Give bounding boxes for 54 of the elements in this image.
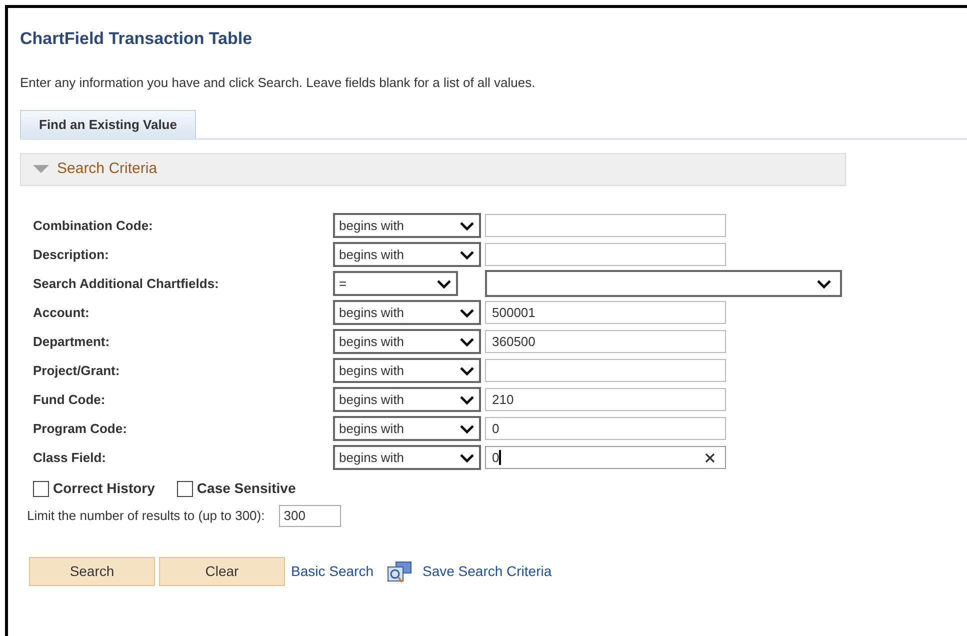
input-field[interactable]: 0 [485, 417, 726, 440]
section-header[interactable]: Search Criteria [20, 153, 846, 186]
chevron-down-icon [459, 308, 475, 318]
checkbox-label: Correct History [53, 479, 155, 498]
chevron-down-icon [459, 424, 475, 434]
link[interactable]: Basic Search [291, 561, 374, 582]
field-label: Account: [33, 304, 90, 320]
tab[interactable]: Find an Existing Value [20, 110, 196, 138]
operator-select[interactable]: begins with [333, 445, 481, 470]
page-title: ChartField Transaction Table [20, 28, 254, 50]
instructions-text: Enter any information you have and click Search. Leave fields blank for a list of all values. [20, 74, 536, 92]
chartfield-select[interactable] [485, 270, 842, 297]
operator-select[interactable]: begins with [333, 416, 481, 441]
chevron-down-icon [459, 250, 475, 260]
chevron-down-icon [816, 278, 832, 288]
chevron-down-icon [459, 394, 475, 404]
field-label: Search Additional Chartfields: [33, 276, 219, 290]
operator-select[interactable]: = [333, 271, 458, 296]
limit-field[interactable]: 300 [278, 505, 341, 527]
action-button[interactable]: Search [29, 557, 155, 586]
input-field[interactable]: 210 [485, 388, 726, 411]
field-label: Class Field: [33, 450, 106, 464]
checkbox-label: Case Sensitive [196, 479, 296, 498]
clear-icon[interactable] [705, 452, 715, 462]
field-label: Fund Code: [33, 392, 106, 406]
chevron-down-icon [436, 278, 452, 288]
field-label: Project/Grant: [33, 362, 120, 378]
input-field[interactable]: 500001 [485, 301, 726, 324]
chevron-down-icon [459, 366, 475, 376]
operator-select[interactable]: begins with [333, 329, 481, 354]
operator-select[interactable]: begins with [333, 387, 481, 412]
input-field[interactable] [485, 243, 726, 266]
field-label: Description: [33, 246, 109, 262]
operator-select[interactable]: begins with [333, 242, 481, 267]
input-field[interactable] [485, 214, 726, 237]
input-field[interactable]: 360500 [485, 330, 726, 353]
action-button[interactable]: Clear [159, 557, 285, 586]
operator-select[interactable]: begins with [333, 213, 481, 238]
chevron-down-icon [459, 336, 475, 346]
save-search-icon[interactable] [387, 560, 414, 582]
field-label: Program Code: [33, 420, 127, 436]
field-label: Combination Code: [33, 218, 153, 232]
input-field[interactable]: 0 [485, 446, 726, 469]
triangle-icon [33, 164, 49, 174]
checkbox[interactable] [33, 480, 49, 496]
operator-select[interactable]: begins with [333, 300, 481, 325]
chevron-down-icon [459, 452, 475, 462]
input-field[interactable] [485, 359, 726, 382]
chevron-down-icon [459, 220, 475, 230]
limit-label: Limit the number of results to (up to 300): [27, 507, 265, 526]
checkbox[interactable] [176, 480, 193, 496]
operator-select[interactable]: begins with [333, 358, 481, 383]
field-label: Department: [33, 334, 110, 348]
link[interactable]: Save Search Criteria [422, 561, 552, 582]
